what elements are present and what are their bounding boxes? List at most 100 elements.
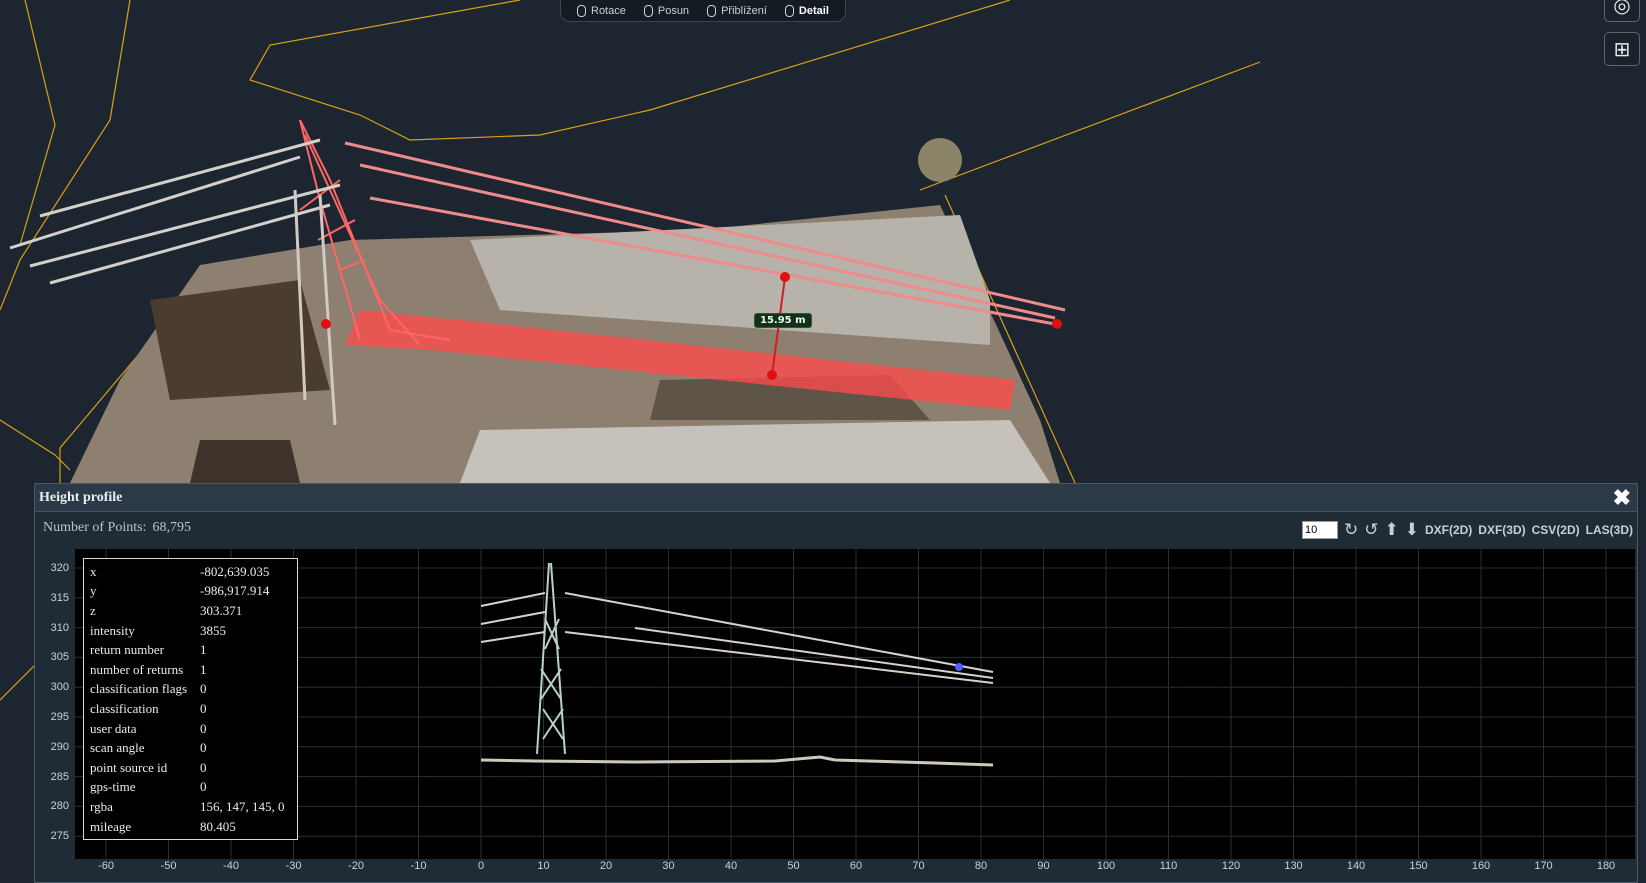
- attribute-key: intensity: [90, 622, 135, 638]
- profile-plot[interactable]: [75, 549, 1635, 859]
- attribute-value: 0: [200, 759, 207, 775]
- attribute-row: z 303.371: [90, 601, 297, 621]
- attribute-row: scan angle 0: [90, 738, 297, 758]
- attribute-key: classification flags: [90, 681, 188, 697]
- x-tick-label: 160: [1471, 860, 1491, 872]
- attribute-key: classification: [90, 700, 159, 716]
- attribute-value: -802,639.035: [200, 563, 270, 579]
- x-tick-label: 50: [787, 860, 800, 872]
- x-tick-label: -20: [348, 860, 364, 872]
- mouse-hint-bar: Rotace Posun Přiblížení Detail: [560, 0, 846, 22]
- attribute-key: gps-time: [90, 779, 136, 795]
- x-tick-label: 20: [599, 860, 613, 872]
- hint-pan: Posun: [643, 5, 690, 17]
- attribute-key: user data: [90, 720, 137, 736]
- attribute-row: classification flags 0: [90, 680, 297, 700]
- profile-point-end[interactable]: [1052, 319, 1062, 329]
- x-tick-label: 150: [1409, 860, 1428, 872]
- x-tick-label: 130: [1284, 860, 1303, 872]
- x-tick-label: 70: [912, 860, 925, 872]
- attribute-row: user data 0: [90, 719, 297, 739]
- profile-toolbar: ↻ ↺ ⬆ ⬇ DXF(2D) DXF(3D) CSV(2D) LAS(3D): [1301, 521, 1633, 539]
- rotate-cw-icon[interactable]: ↻: [1344, 521, 1358, 538]
- y-tick-label: 280: [50, 800, 69, 813]
- attribute-row: return number 1: [90, 640, 297, 660]
- close-icon[interactable]: ✖: [1613, 486, 1631, 509]
- x-tick-label: -60: [98, 860, 114, 872]
- attribute-key: y: [90, 583, 97, 599]
- y-tick-label: 275: [50, 830, 69, 843]
- attribute-row: mileage 80.405: [90, 817, 297, 837]
- tower-profile: [536, 562, 566, 755]
- mouse-icon: [577, 5, 586, 17]
- hint-label: Detail: [798, 5, 829, 17]
- grid-layout-icon[interactable]: ⊞: [1604, 32, 1640, 66]
- x-tick-label: -30: [285, 860, 302, 872]
- x-tick-label: 140: [1346, 860, 1366, 872]
- x-tick-label: 180: [1596, 860, 1616, 872]
- x-tick-label: -50: [160, 860, 177, 872]
- y-tick-label: 300: [50, 681, 69, 694]
- attribute-key: z: [90, 602, 96, 618]
- measure-point-top[interactable]: [780, 272, 790, 282]
- target-icon[interactable]: ◎: [1604, 0, 1640, 22]
- rotate-ccw-icon[interactable]: ↺: [1364, 521, 1378, 538]
- hint-zoom: Přiblížení: [707, 5, 767, 17]
- x-tick-label: 40: [724, 860, 738, 872]
- x-tick-label: 170: [1534, 860, 1553, 872]
- export-csv-2d-button[interactable]: CSV(2D): [1532, 523, 1580, 537]
- conductor-wires: [480, 592, 994, 684]
- mouse-icon: [643, 5, 653, 17]
- attribute-value: 303.371: [200, 602, 243, 618]
- tree-point-cloud: [918, 138, 962, 182]
- mouse-icon: [707, 5, 717, 17]
- y-tick-label: 295: [50, 711, 69, 723]
- hint-label: Rotace: [591, 5, 626, 17]
- selected-point[interactable]: [955, 663, 963, 671]
- attribute-key: rgba: [90, 798, 113, 814]
- measurement-label: 15.95 m: [754, 313, 812, 328]
- points-count: Number of Points: 68,795: [43, 520, 191, 536]
- y-tick-label: 320: [50, 562, 69, 574]
- attribute-value: 3855: [200, 622, 226, 638]
- x-axis: -60 -50 -40 -30 -20 -10 0 10 20 30 40 50 60 70 80 90 100…: [75, 860, 1635, 880]
- attribute-value: 0: [200, 779, 207, 795]
- point-budget-input[interactable]: [1301, 521, 1338, 539]
- hint-rotate: Rotace: [577, 5, 626, 17]
- x-tick-label: 100: [1096, 860, 1116, 872]
- attribute-row: number of returns 1: [90, 660, 297, 680]
- measure-point-bottom[interactable]: [767, 370, 777, 380]
- attribute-row: gps-time 0: [90, 778, 297, 798]
- arrow-down-icon[interactable]: ⬇: [1405, 521, 1419, 538]
- points-value: 68,795: [152, 520, 191, 535]
- export-dxf-3d-button[interactable]: DXF(3D): [1478, 523, 1525, 537]
- attribute-value: 0: [200, 681, 207, 697]
- attribute-value: 0: [200, 700, 207, 716]
- attribute-row: classification 0: [90, 699, 297, 719]
- y-tick-label: 285: [50, 770, 69, 783]
- y-tick-label: 310: [50, 621, 69, 634]
- x-tick-label: 110: [1159, 860, 1178, 872]
- export-dxf-2d-button[interactable]: DXF(2D): [1425, 523, 1472, 537]
- hint-detail: Detail: [784, 5, 829, 17]
- y-axis: 320 315 310 305 300 295 290 285 280 275: [35, 549, 73, 859]
- attribute-row: rgba 156, 147, 145, 0: [90, 797, 297, 817]
- x-tick-label: 120: [1221, 860, 1241, 872]
- export-las-3d-button[interactable]: LAS(3D): [1586, 523, 1633, 537]
- y-tick-label: 305: [50, 651, 69, 664]
- plot-grid: [75, 549, 1635, 859]
- y-tick-label: 290: [50, 740, 69, 753]
- attribute-key: return number: [90, 642, 165, 658]
- x-tick-label: -40: [223, 860, 239, 872]
- x-tick-label: 90: [1037, 860, 1050, 872]
- mouse-double-icon: [784, 5, 794, 17]
- attribute-value: 80.405: [200, 818, 236, 834]
- profile-point-start[interactable]: [321, 319, 331, 329]
- hint-label: Posun: [657, 5, 690, 17]
- x-tick-label: 10: [537, 860, 550, 872]
- attribute-value: 1: [200, 661, 207, 677]
- point-cloud-terrain: [70, 205, 1060, 483]
- x-tick-label: 30: [662, 860, 675, 872]
- x-tick-label: 80: [974, 860, 988, 872]
- arrow-up-icon[interactable]: ⬆: [1384, 521, 1398, 538]
